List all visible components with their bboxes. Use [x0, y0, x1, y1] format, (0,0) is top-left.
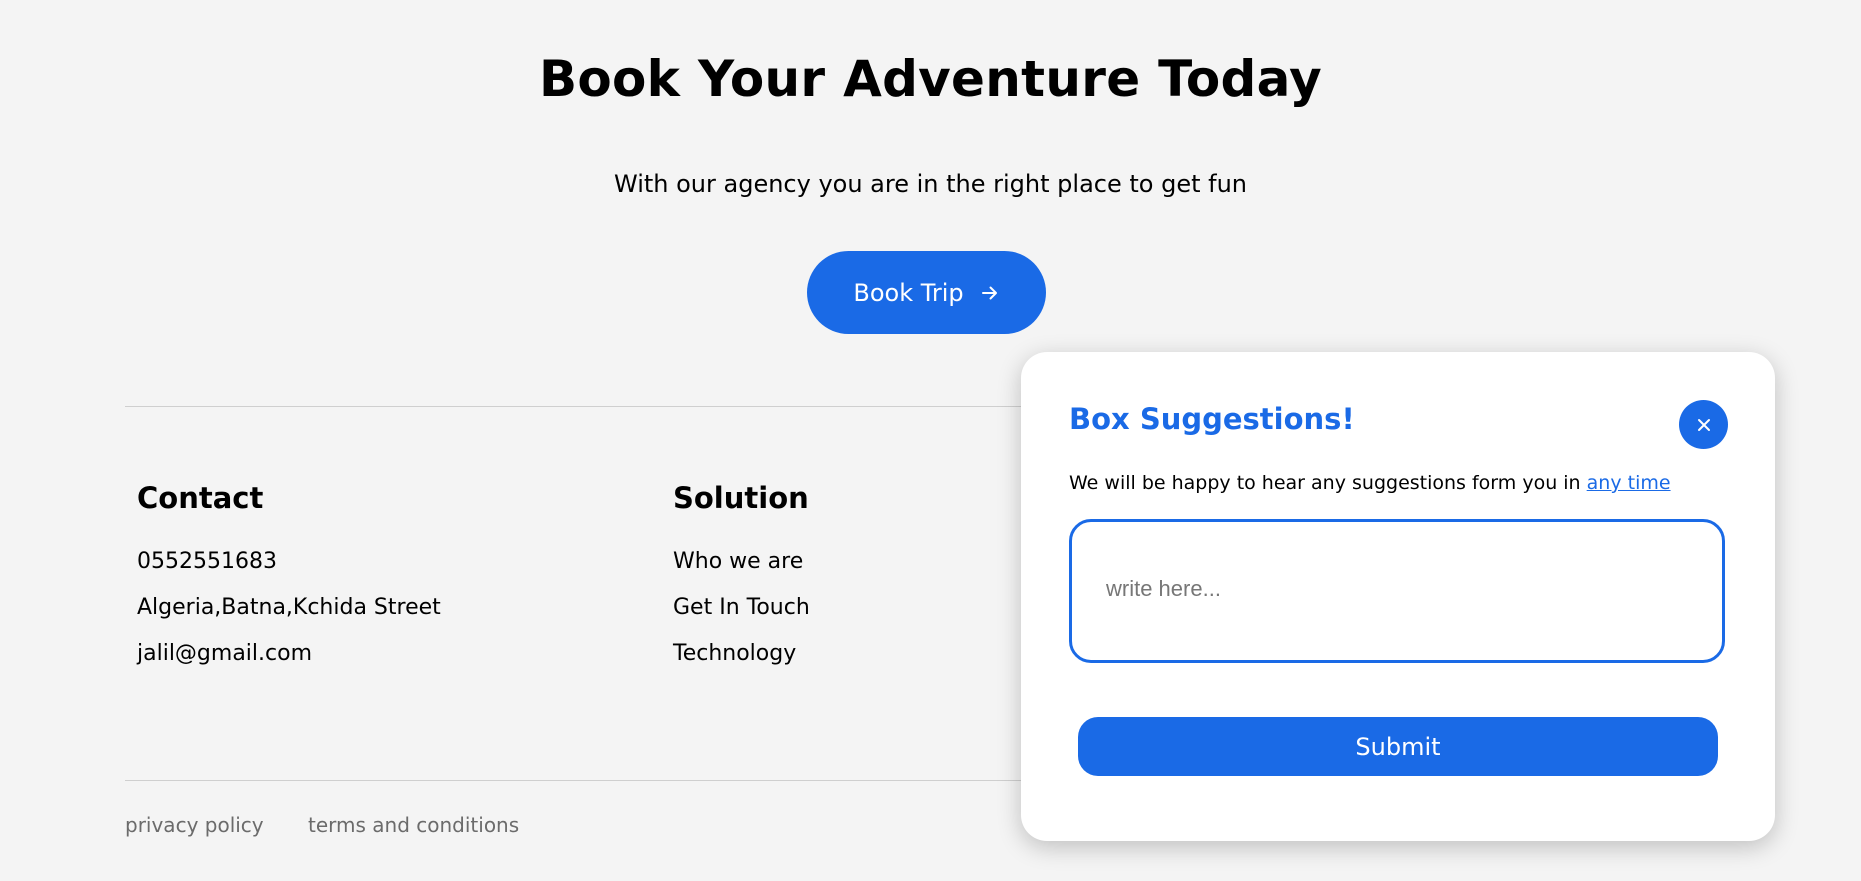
book-trip-label: Book Trip: [853, 278, 964, 307]
solution-link-who-we-are[interactable]: Who we are: [673, 549, 803, 574]
modal-message-text: We will be happy to hear any suggestions…: [1069, 472, 1581, 494]
privacy-policy-link[interactable]: privacy policy: [125, 813, 264, 837]
contact-email: jalil@gmail.com: [137, 641, 313, 666]
contact-address: Algeria,Batna,Kchida Street: [137, 595, 441, 620]
contact-title: Contact: [137, 481, 264, 515]
any-time-link[interactable]: any time: [1587, 472, 1671, 494]
hero-subtitle: With our agency you are in the right pla…: [614, 170, 1247, 198]
modal-title: Box Suggestions!: [1069, 402, 1355, 436]
close-button[interactable]: [1679, 400, 1728, 449]
solution-link-technology[interactable]: Technology: [673, 641, 796, 666]
close-icon: [1697, 418, 1710, 431]
terms-and-conditions-link[interactable]: terms and conditions: [308, 813, 519, 837]
solution-link-get-in-touch[interactable]: Get In Touch: [673, 595, 810, 620]
arrow-right-icon: [981, 286, 997, 299]
hero-title: Book Your Adventure Today: [538, 50, 1323, 108]
suggestion-modal: Box Suggestions! We will be happy to hea…: [1021, 352, 1775, 841]
modal-message: We will be happy to hear any suggestions…: [1069, 472, 1671, 494]
suggestion-textarea[interactable]: [1069, 519, 1725, 663]
solution-title: Solution: [673, 481, 809, 515]
book-trip-button[interactable]: Book Trip: [807, 251, 1046, 334]
submit-button[interactable]: Submit: [1078, 717, 1718, 776]
contact-phone: 0552551683: [137, 549, 277, 574]
page: Book Your Adventure Today With our agenc…: [0, 0, 1861, 881]
